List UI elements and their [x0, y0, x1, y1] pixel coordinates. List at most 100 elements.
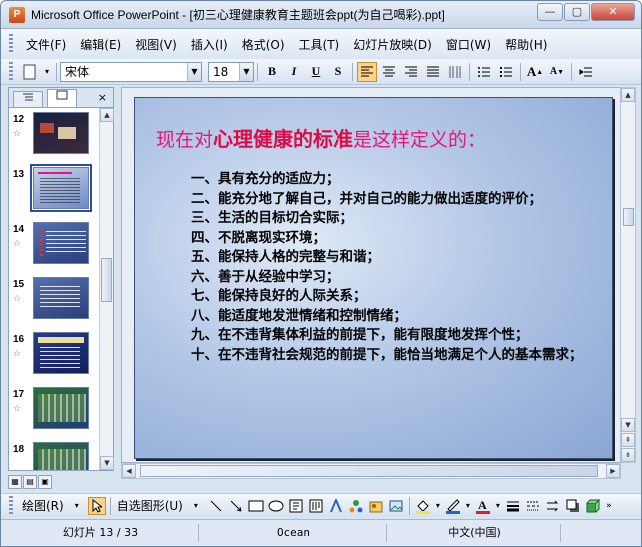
animation-star-icon: ☆ — [13, 349, 22, 359]
chevron-down-icon[interactable]: ▼ — [239, 62, 253, 81]
numbering-icon[interactable] — [474, 62, 494, 82]
toolbar-grip[interactable] — [9, 61, 13, 82]
shadow-button[interactable]: S — [328, 62, 348, 82]
chevron-down-icon[interactable]: ▾ — [42, 62, 52, 82]
insert-picture-icon[interactable] — [387, 497, 405, 515]
italic-button[interactable]: I — [284, 62, 304, 82]
scroll-right-icon[interactable]: ▶ — [606, 464, 620, 478]
chevron-down-icon[interactable]: ▾ — [464, 497, 472, 515]
menu-window[interactable]: 窗口(W) — [439, 36, 498, 53]
toolbar-options-icon[interactable]: » — [604, 497, 614, 515]
autoshapes-menu-button[interactable]: 自选图形(U) — [114, 497, 186, 514]
slide-preview — [33, 387, 89, 429]
dash-style-icon[interactable] — [524, 497, 542, 515]
new-document-icon[interactable] — [20, 62, 40, 82]
separator — [257, 62, 258, 81]
slide-thumbnail-15[interactable]: 15 ☆ — [9, 277, 99, 323]
font-name-select[interactable]: 宋体 ▼ — [60, 61, 202, 82]
scroll-down-icon[interactable]: ▼ — [621, 418, 635, 432]
font-size-select[interactable]: 18 ▼ — [208, 61, 254, 82]
align-left-button[interactable] — [357, 61, 377, 82]
current-slide[interactable]: 现在对心理健康的标准是这样定义的： 一、具有充分的适应力； 二、能充分地了解自己… — [134, 97, 613, 459]
menu-view[interactable]: 视图(V) — [128, 36, 184, 53]
chevron-down-icon[interactable]: ▼ — [187, 62, 201, 81]
indent-icon[interactable] — [576, 62, 596, 82]
minimize-button[interactable]: — — [537, 3, 563, 21]
decrease-font-size-icon[interactable]: A ▼ — [547, 62, 567, 82]
previous-slide-icon[interactable]: ⇞ — [621, 433, 635, 447]
horizontal-scrollbar[interactable]: ◀ ▶ — [121, 463, 621, 479]
close-icon[interactable]: × — [98, 91, 107, 104]
font-color-icon[interactable]: A — [474, 497, 492, 515]
line-style-icon[interactable] — [504, 497, 522, 515]
distribute-icon[interactable] — [423, 62, 443, 82]
body-line: 十、在不违背社会规范的前提下，能恰当地满足个人的基本需求； — [191, 346, 583, 363]
menu-tools[interactable]: 工具(T) — [292, 36, 347, 53]
scroll-down-icon[interactable]: ▼ — [100, 456, 114, 470]
chevron-down-icon[interactable]: ▾ — [187, 497, 205, 515]
rectangle-tool-icon[interactable] — [247, 497, 265, 515]
close-button[interactable]: ✕ — [591, 3, 635, 21]
menu-insert[interactable]: 插入(I) — [184, 36, 235, 53]
menu-help[interactable]: 帮助(H) — [498, 36, 554, 53]
outline-tab[interactable] — [13, 91, 43, 107]
scrollbar-thumb[interactable] — [140, 465, 598, 477]
vertical-scrollbar[interactable]: ▲ ▼ ⇞ ⇟ — [620, 87, 636, 463]
bold-button[interactable]: B — [262, 62, 282, 82]
slide-number: 12 — [13, 114, 25, 125]
scroll-up-icon[interactable]: ▲ — [100, 108, 114, 122]
draw-menu-button[interactable]: 绘图(R) — [19, 497, 67, 514]
arrow-style-icon[interactable] — [544, 497, 562, 515]
slide-number: 13 — [13, 169, 25, 180]
menu-format[interactable]: 格式(O) — [235, 36, 292, 53]
slideshow-view-icon[interactable]: ▣ — [38, 475, 52, 489]
slide-thumbnail-16[interactable]: 16 ☆ — [9, 332, 99, 378]
clip-art-icon[interactable] — [367, 497, 385, 515]
scrollbar-thumb[interactable] — [101, 258, 112, 302]
slide-sorter-view-icon[interactable]: ▤ — [23, 475, 37, 489]
wordart-icon[interactable] — [327, 497, 345, 515]
fill-color-icon[interactable] — [414, 497, 432, 515]
chevron-down-icon[interactable]: ▾ — [434, 497, 442, 515]
chevron-down-icon[interactable]: ▾ — [68, 497, 86, 515]
scrollbar-thumb[interactable] — [623, 208, 634, 226]
toolbar-grip[interactable] — [9, 34, 13, 54]
menu-file[interactable]: 文件(F) — [19, 36, 73, 53]
slide-thumbnail-14[interactable]: 14 ☆ — [9, 222, 99, 268]
scroll-up-icon[interactable]: ▲ — [621, 88, 635, 102]
line-tool-icon[interactable] — [207, 497, 225, 515]
diagram-icon[interactable] — [347, 497, 365, 515]
maximize-button[interactable]: ▢ — [564, 3, 590, 21]
column-icon[interactable] — [445, 62, 465, 82]
slide-thumbnail-17[interactable]: 17 ☆ — [9, 387, 99, 433]
slides-pane-scrollbar[interactable]: ▲ ▼ — [99, 108, 114, 470]
textbox-tool-icon[interactable] — [287, 497, 305, 515]
menu-edit[interactable]: 编辑(E) — [73, 36, 128, 53]
oval-tool-icon[interactable] — [267, 497, 285, 515]
align-right-button[interactable] — [401, 62, 421, 82]
increase-font-size-icon[interactable]: A ▲ — [525, 62, 545, 82]
align-center-button[interactable] — [379, 62, 399, 82]
slide-number: 15 — [13, 279, 25, 290]
slide-title[interactable]: 现在对心理健康的标准是这样定义的： — [156, 123, 486, 152]
bullets-icon[interactable] — [496, 62, 516, 82]
select-pointer-icon[interactable] — [87, 496, 106, 515]
powerpoint-icon[interactable]: P — [9, 6, 25, 23]
next-slide-icon[interactable]: ⇟ — [621, 448, 635, 462]
3d-style-icon[interactable] — [584, 497, 602, 515]
toolbar-grip[interactable] — [9, 495, 13, 516]
underline-button[interactable]: U — [306, 62, 326, 82]
shadow-style-icon[interactable] — [564, 497, 582, 515]
slide-thumbnail-18[interactable]: 18 — [9, 442, 99, 470]
vertical-textbox-icon[interactable] — [307, 497, 325, 515]
normal-view-icon[interactable]: ▦ — [8, 475, 22, 489]
slide-thumbnail-12[interactable]: 12 ☆ — [9, 112, 99, 158]
scroll-left-icon[interactable]: ◀ — [122, 464, 136, 478]
slides-tab[interactable] — [47, 89, 77, 107]
slide-thumbnail-13[interactable]: 13 — [9, 164, 99, 213]
arrow-tool-icon[interactable] — [227, 497, 245, 515]
menu-slideshow[interactable]: 幻灯片放映(D) — [346, 36, 439, 53]
chevron-down-icon[interactable]: ▾ — [494, 497, 502, 515]
line-color-icon[interactable] — [444, 497, 462, 515]
slide-body-text[interactable]: 一、具有充分的适应力； 二、能充分地了解自己，并对自己的能力做出适度的评价； 三… — [159, 170, 597, 365]
